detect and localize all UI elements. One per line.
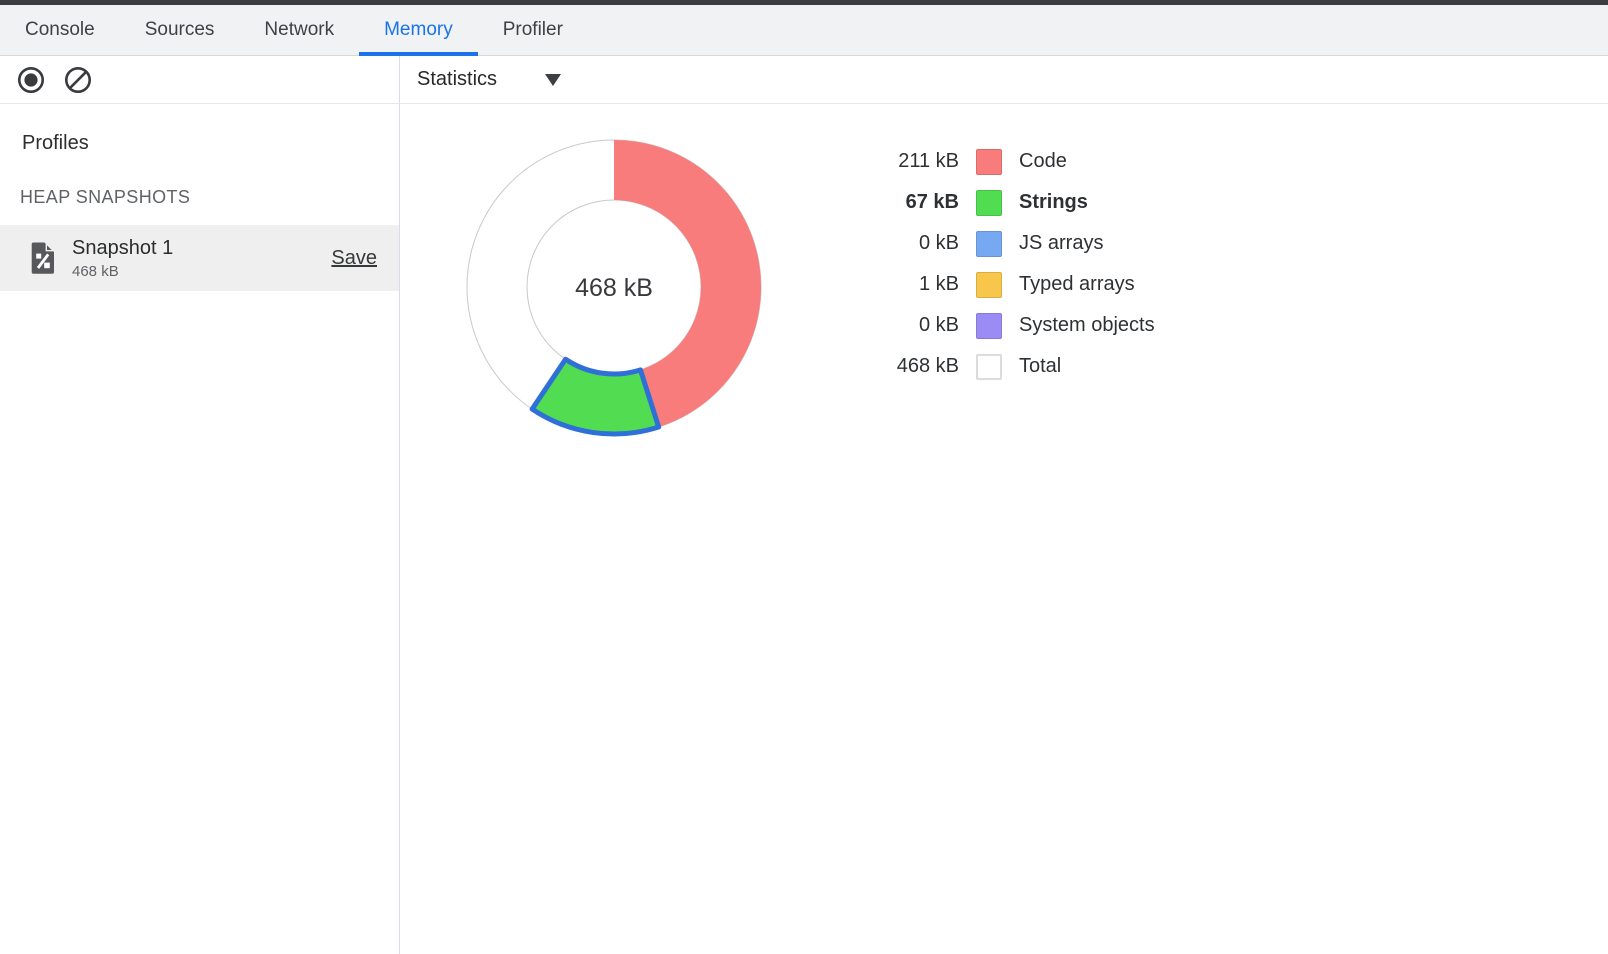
record-icon	[17, 66, 45, 94]
profiles-sidebar: Profiles HEAP SNAPSHOTS Snapshot 1 468 k…	[0, 104, 400, 954]
tab-sources[interactable]: Sources	[120, 5, 240, 55]
perspective-select[interactable]: Statistics	[417, 68, 561, 91]
snapshot-list-item[interactable]: Snapshot 1 468 kB Save	[0, 225, 399, 291]
chart-legend: 211 kB Code 67 kB Strings 0 kB JS arrays 1 kB T…	[845, 141, 1155, 387]
snapshot-name: Snapshot 1	[72, 237, 173, 260]
legend-label: Strings	[1019, 191, 1088, 214]
devtools-tabbar: ConsoleSourcesNetworkMemoryProfiler	[0, 5, 1608, 56]
legend-label: Total	[1019, 355, 1061, 378]
donut-center-total-label: 468 kB	[575, 274, 653, 302]
legend-row-code[interactable]: 211 kB Code	[845, 141, 1155, 182]
legend-value: 0 kB	[845, 232, 959, 255]
snapshot-info: Snapshot 1 468 kB	[72, 237, 173, 280]
legend-value: 1 kB	[845, 273, 959, 296]
legend-swatch-js-arrays	[976, 231, 1002, 257]
legend-value: 0 kB	[845, 314, 959, 337]
heap-snapshot-file-icon	[30, 241, 56, 275]
legend-swatch-typed-arrays	[976, 272, 1002, 298]
legend-value: 468 kB	[845, 355, 959, 378]
memory-panel-toolbar: Statistics	[0, 56, 1608, 104]
save-snapshot-link[interactable]: Save	[331, 247, 377, 270]
profiles-toolbar	[0, 56, 400, 104]
legend-value: 67 kB	[845, 191, 959, 214]
record-heap-snapshot-button[interactable]	[17, 66, 45, 94]
donut-slice-selected-highlight[interactable]	[532, 359, 659, 434]
legend-swatch-strings	[976, 190, 1002, 216]
panel-body: Profiles HEAP SNAPSHOTS Snapshot 1 468 k…	[0, 104, 1608, 954]
legend-value: 211 kB	[845, 150, 959, 173]
legend-swatch-system-objects	[976, 313, 1002, 339]
tab-console[interactable]: Console	[0, 5, 120, 55]
legend-swatch-code	[976, 149, 1002, 175]
legend-label: Code	[1019, 150, 1067, 173]
snapshot-size: 468 kB	[72, 263, 173, 280]
profiles-title: Profiles	[22, 132, 399, 155]
legend-row-typed-arrays[interactable]: 1 kB Typed arrays	[845, 264, 1155, 305]
legend-row-system-objects[interactable]: 0 kB System objects	[845, 305, 1155, 346]
memory-donut-chart[interactable]: 468 kB	[444, 117, 784, 457]
heap-snapshots-section-title: HEAP SNAPSHOTS	[20, 187, 399, 208]
perspective-select-value: Statistics	[417, 68, 497, 91]
clear-profiles-button[interactable]	[64, 66, 92, 94]
block-icon	[64, 66, 92, 94]
legend-label: System objects	[1019, 314, 1155, 337]
legend-row-total[interactable]: 468 kB Total	[845, 346, 1155, 387]
legend-row-strings[interactable]: 67 kB Strings	[845, 182, 1155, 223]
tab-memory[interactable]: Memory	[359, 5, 478, 55]
statistics-view: 468 kB 211 kB Code 67 kB Strings 0 kB JS arra…	[400, 104, 1608, 954]
tab-profiler[interactable]: Profiler	[478, 5, 588, 55]
dropdown-caret-icon	[545, 74, 561, 86]
legend-swatch-total	[976, 354, 1002, 380]
view-toolbar: Statistics	[400, 56, 1608, 104]
legend-label: JS arrays	[1019, 232, 1103, 255]
legend-row-js-arrays[interactable]: 0 kB JS arrays	[845, 223, 1155, 264]
tab-network[interactable]: Network	[239, 5, 359, 55]
legend-label: Typed arrays	[1019, 273, 1135, 296]
